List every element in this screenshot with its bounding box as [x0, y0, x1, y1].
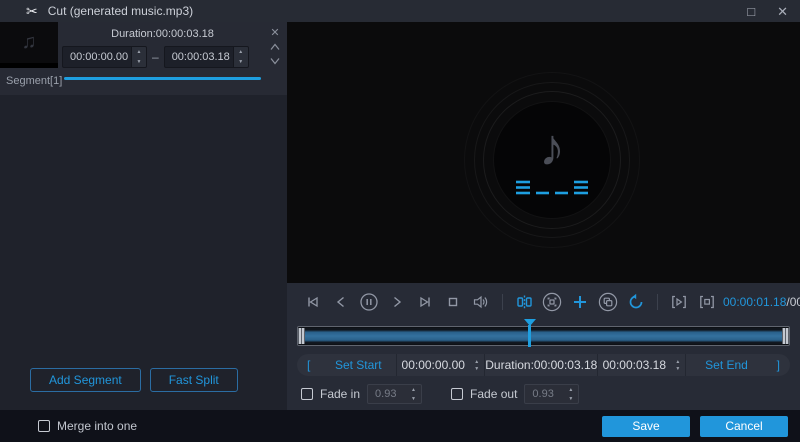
- spin-down-button[interactable]: ▼: [469, 365, 484, 372]
- segment-duration-label: Duration:00:00:03.18: [62, 28, 263, 40]
- segment-start-time-field[interactable]: ▲ ▼: [62, 46, 147, 68]
- trim-start-input[interactable]: [397, 358, 469, 372]
- trim-start-field[interactable]: ▲ ▼: [397, 354, 485, 376]
- trim-bar: [ Set Start ▲ ▼ Duration:00:00:03.18: [297, 354, 790, 376]
- range-dash: –: [152, 50, 159, 64]
- window-title: Cut (generated music.mp3): [48, 4, 193, 18]
- segment-move-down-button[interactable]: [267, 55, 283, 67]
- select-region-icon[interactable]: [540, 290, 564, 314]
- timeline-track[interactable]: [297, 326, 790, 346]
- pause-icon[interactable]: [357, 290, 381, 314]
- scissors-icon: ✂: [26, 4, 38, 18]
- segment-start-input[interactable]: [63, 51, 131, 63]
- stop-icon[interactable]: [441, 290, 465, 314]
- music-bars-icon: [516, 180, 588, 196]
- timeline-selection[interactable]: [305, 328, 782, 344]
- total-time: 00:00:03.18: [790, 295, 800, 309]
- divider: [657, 294, 658, 310]
- fade-out-input[interactable]: [525, 388, 563, 400]
- previous-frame-icon[interactable]: [301, 290, 325, 314]
- spin-up-button[interactable]: ▲: [670, 358, 685, 365]
- music-note-icon: ♫: [22, 31, 37, 54]
- end-bracket: ]: [767, 358, 790, 372]
- reset-icon[interactable]: [624, 290, 648, 314]
- segment-list-empty-area: [0, 95, 287, 368]
- close-button[interactable]: ✕: [777, 5, 788, 18]
- spin-down-button[interactable]: ▼: [563, 394, 578, 403]
- current-time: 00:00:01.18: [723, 295, 786, 309]
- segment-list-panel: ♫ Segment[1] Duration:00:00:03.18 ▲ ▼: [0, 22, 287, 410]
- music-note-icon: ♪: [539, 122, 565, 174]
- segment-card[interactable]: ♫ Segment[1] Duration:00:00:03.18 ▲ ▼: [0, 22, 287, 95]
- spin-down-button[interactable]: ▼: [132, 57, 146, 67]
- cut-dialog-window: ✂ Cut (generated music.mp3) □ ✕ ♫ Segmen…: [0, 0, 800, 442]
- segment-end-input[interactable]: [165, 51, 233, 63]
- fade-in-checkbox[interactable]: [301, 388, 313, 400]
- stop-segment-icon[interactable]: [695, 290, 719, 314]
- titlebar: ✂ Cut (generated music.mp3) □ ✕: [0, 0, 800, 22]
- play-segment-icon[interactable]: [667, 290, 691, 314]
- volume-icon[interactable]: [469, 290, 493, 314]
- split-segment-icon[interactable]: [512, 290, 536, 314]
- timeline[interactable]: [295, 318, 792, 348]
- segment-end-time-field[interactable]: ▲ ▼: [164, 46, 249, 68]
- spin-up-button[interactable]: ▲: [406, 385, 421, 394]
- trim-end-field[interactable]: ▲ ▼: [598, 354, 686, 376]
- fade-out-checkbox[interactable]: [451, 388, 463, 400]
- fade-controls: Fade in ▲ ▼ Fade out ▲ ▼: [301, 384, 792, 404]
- divider: [502, 294, 503, 310]
- playhead[interactable]: [523, 319, 536, 347]
- add-segment-icon[interactable]: [568, 290, 592, 314]
- merge-into-one-label: Merge into one: [57, 419, 137, 433]
- segment-move-up-button[interactable]: [267, 41, 283, 53]
- spin-up-button[interactable]: ▲: [563, 385, 578, 394]
- maximize-button[interactable]: □: [747, 5, 755, 18]
- fade-in-field[interactable]: ▲ ▼: [367, 384, 422, 404]
- footer-bar: Merge into one Save Cancel: [0, 410, 800, 442]
- set-start-button[interactable]: Set Start: [320, 358, 396, 372]
- fade-out-label: Fade out: [470, 387, 517, 401]
- trim-end-handle[interactable]: [782, 328, 789, 344]
- trim-start-handle[interactable]: [298, 328, 305, 344]
- spin-up-button[interactable]: ▲: [234, 47, 248, 57]
- rewind-icon[interactable]: [329, 290, 353, 314]
- add-segment-button[interactable]: Add Segment: [30, 368, 141, 392]
- fast-split-button[interactable]: Fast Split: [150, 368, 238, 392]
- fade-out-field[interactable]: ▲ ▼: [524, 384, 579, 404]
- next-frame-icon[interactable]: [413, 290, 437, 314]
- segment-delete-button[interactable]: ✕: [270, 26, 279, 39]
- audio-preview-area: ♪: [287, 22, 800, 283]
- spin-up-button[interactable]: ▲: [469, 358, 484, 365]
- spin-down-button[interactable]: ▼: [406, 394, 421, 403]
- set-end-button[interactable]: Set End: [686, 358, 766, 372]
- fade-in-label: Fade in: [320, 387, 360, 401]
- spin-down-button[interactable]: ▼: [234, 57, 248, 67]
- segment-name: Segment[1]: [0, 68, 62, 87]
- forward-icon[interactable]: [385, 290, 409, 314]
- spin-down-button[interactable]: ▼: [670, 365, 685, 372]
- copy-segment-icon[interactable]: [596, 290, 620, 314]
- player-controls: 00:00:01.18/00:00:03.18: [287, 283, 800, 410]
- trim-end-input[interactable]: [598, 358, 670, 372]
- player-panel: ♪: [287, 22, 800, 410]
- playhead-line: [528, 325, 531, 347]
- vinyl-disc: ♪: [493, 101, 611, 219]
- spin-up-button[interactable]: ▲: [132, 47, 146, 57]
- segment-range-bar: [64, 77, 261, 80]
- segment-thumbnail[interactable]: ♫: [0, 22, 58, 68]
- cancel-button[interactable]: Cancel: [700, 416, 788, 437]
- trim-duration-label: Duration:00:00:03.18: [485, 354, 598, 376]
- fade-in-input[interactable]: [368, 388, 406, 400]
- playback-time: 00:00:01.18/00:00:03.18: [723, 295, 800, 309]
- merge-into-one-checkbox[interactable]: [38, 420, 50, 432]
- start-bracket: [: [297, 358, 320, 372]
- save-button[interactable]: Save: [602, 416, 690, 437]
